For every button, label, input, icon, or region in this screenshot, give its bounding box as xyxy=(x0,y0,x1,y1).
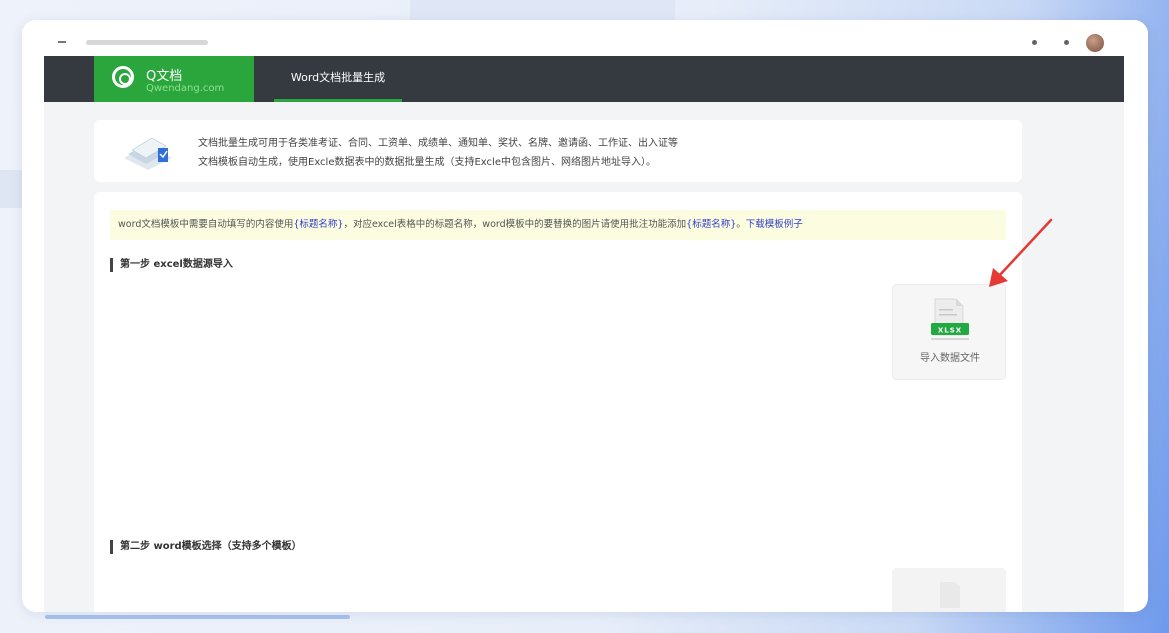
placeholder-tag: {标题名称} xyxy=(686,219,737,230)
browser-toolbar xyxy=(22,20,1148,56)
select-word-template-button[interactable] xyxy=(892,568,1006,612)
logo-subtitle: Qwendang.com xyxy=(146,83,225,94)
screenshot-card: Q文档 Qwendang.com Word文档批量生成 文档批量生成可用于各类准… xyxy=(22,20,1148,612)
intro-card: 文档批量生成可用于各类准考证、合同、工资单、成绩单、通知单、奖状、名牌、邀请函、… xyxy=(94,120,1022,182)
step-one-heading: 第一步 excel数据源导入 xyxy=(110,258,233,272)
notice-text: ，对应excel表格中的标题名称，word模板中的要替换的图片请使用批注功能添加 xyxy=(343,219,687,230)
notice-text: 。 xyxy=(736,219,746,230)
word-file-icon xyxy=(940,582,960,608)
tab-word-batch-generate[interactable]: Word文档批量生成 xyxy=(274,56,402,102)
minus-icon[interactable] xyxy=(58,41,66,43)
intro-text-line-1: 文档批量生成可用于各类准考证、合同、工资单、成绩单、通知单、奖状、名牌、邀请函、… xyxy=(198,138,678,149)
intro-text-line-2: 文档模板自动生成，使用Excle数据表中的数据批量生成（支持Excle中包含图片… xyxy=(198,157,656,168)
background-line xyxy=(45,615,350,619)
address-bar[interactable] xyxy=(86,40,208,45)
dot-icon[interactable] xyxy=(1064,40,1069,45)
download-template-example-link[interactable]: 下载模板例子 xyxy=(746,219,803,230)
web-app: Q文档 Qwendang.com Word文档批量生成 文档批量生成可用于各类准… xyxy=(44,56,1124,612)
background-strip xyxy=(0,170,22,208)
import-data-file-button[interactable]: XLSX 导入数据文件 xyxy=(892,284,1006,380)
template-notice: word文档模板中需要自动填写的内容使用{标题名称}，对应excel表格中的标题… xyxy=(110,210,1006,240)
document-stack-icon xyxy=(124,137,172,170)
step-two-heading: 第二步 word模板选择（支持多个模板） xyxy=(110,540,302,554)
notice-text: word文档模板中需要自动填写的内容使用 xyxy=(118,219,294,230)
site-logo[interactable]: Q文档 Qwendang.com xyxy=(94,56,254,102)
xlsx-badge-label: XLSX xyxy=(938,327,962,335)
logo-q-icon xyxy=(112,66,134,88)
xlsx-file-icon: XLSX xyxy=(931,298,969,340)
dot-icon[interactable] xyxy=(1032,40,1037,45)
import-data-file-label: 导入数据文件 xyxy=(920,353,980,364)
top-navigation-bar: Q文档 Qwendang.com Word文档批量生成 xyxy=(44,56,1124,102)
generator-panel: word文档模板中需要自动填写的内容使用{标题名称}，对应excel表格中的标题… xyxy=(94,192,1022,612)
avatar[interactable] xyxy=(1086,34,1104,52)
logo-title: Q文档 xyxy=(146,69,183,84)
background-strip xyxy=(410,0,675,22)
placeholder-tag: {标题名称} xyxy=(293,219,344,230)
